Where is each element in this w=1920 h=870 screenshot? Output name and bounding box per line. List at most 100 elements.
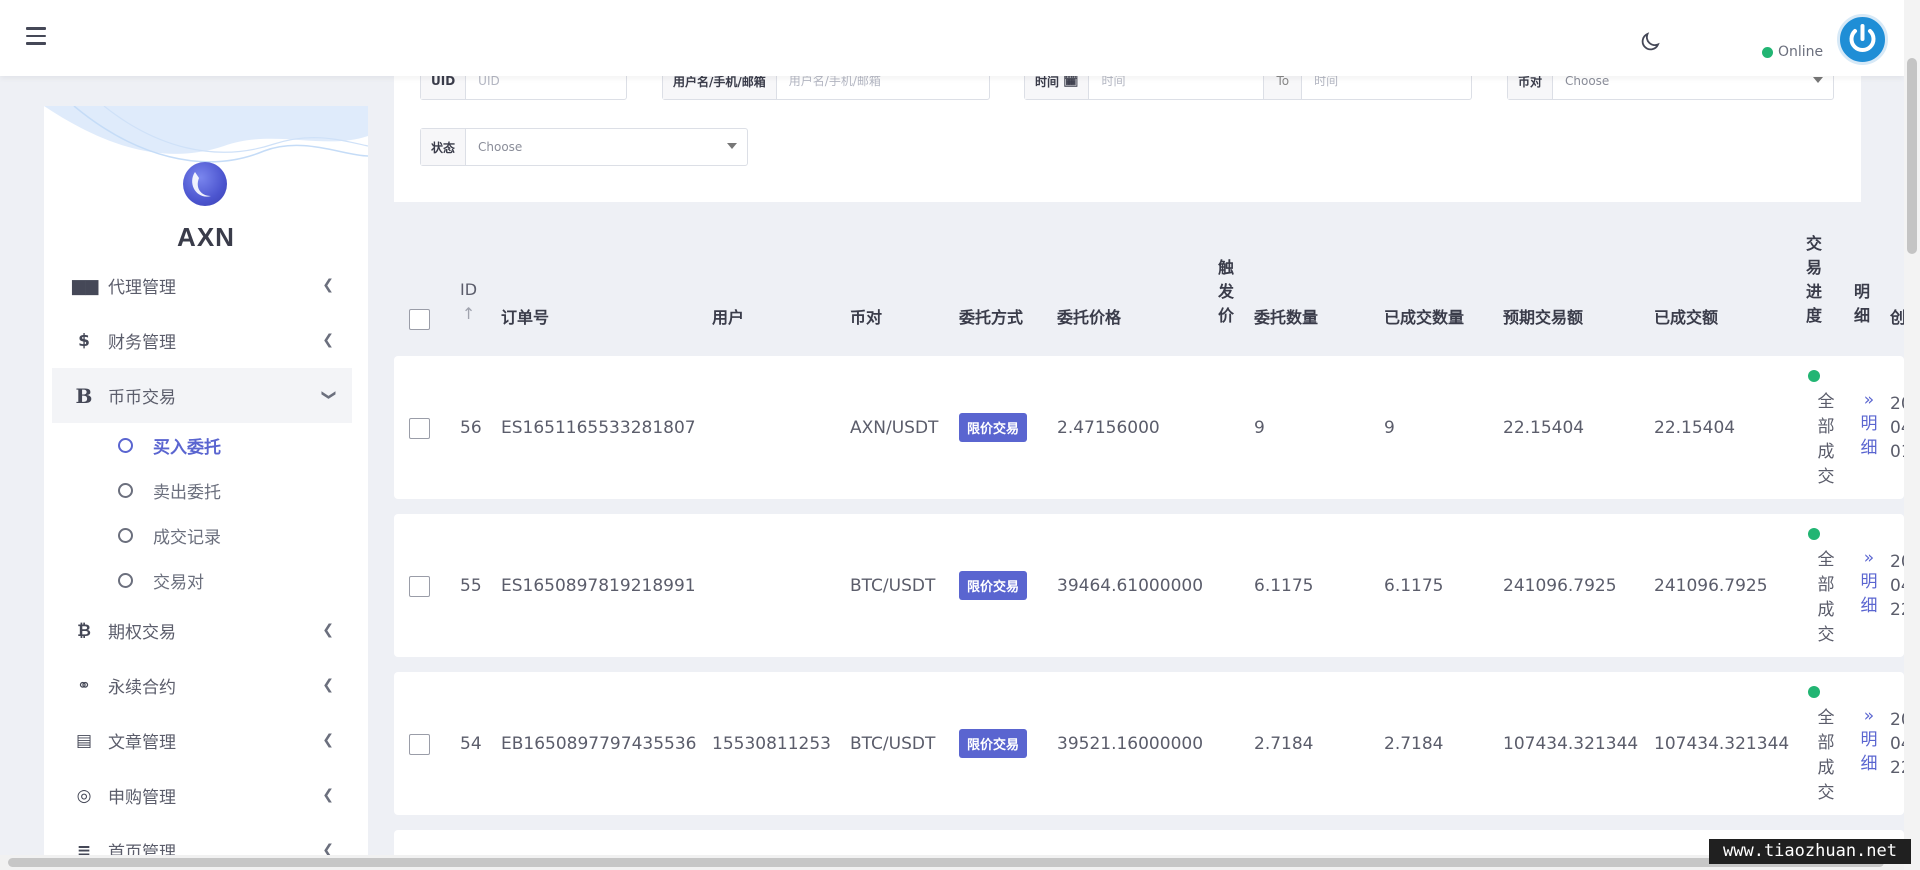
circle-icon xyxy=(118,573,133,588)
cell-price: 39521.16000000 xyxy=(1057,733,1204,754)
cell-qty: 9 xyxy=(1254,417,1265,438)
lifebuoy-icon: ◎ xyxy=(76,785,92,806)
status-dot-icon xyxy=(1808,370,1820,382)
row-checkbox[interactable] xyxy=(409,576,430,597)
vertical-scroll-thumb[interactable] xyxy=(1907,58,1917,254)
col-method: 委托方式 xyxy=(959,308,1024,327)
calendar-icon: 🗓 xyxy=(1063,74,1079,88)
select-all-checkbox[interactable] xyxy=(409,309,430,330)
cell-pair: BTC/USDT xyxy=(850,575,936,596)
cell-pair: BTC/USDT xyxy=(850,733,936,754)
sidebar-subitem-sell-orders[interactable]: 卖出委托 xyxy=(52,468,352,513)
cell-filled-amount: 241096.7925 xyxy=(1654,575,1768,596)
online-dot-icon xyxy=(1762,46,1773,58)
cell-id: 54 xyxy=(460,733,482,754)
cell-progress: 全部成交 xyxy=(1806,370,1846,490)
horizontal-scroll-thumb[interactable] xyxy=(8,858,1884,867)
sidebar-item-perpetual[interactable]: ⚭ 永续合约 ❮ xyxy=(52,658,352,713)
user-avatar[interactable] xyxy=(1837,14,1888,65)
filter-panel: UID 用户名/手机/邮箱 时间 🗓 To 币对 Choose 状态 Choos… xyxy=(394,62,1861,202)
row-checkbox[interactable] xyxy=(409,418,430,439)
sidebar-subitem-trade-records[interactable]: 成交记录 xyxy=(52,513,352,558)
vertical-scrollbar[interactable] xyxy=(1904,0,1920,870)
chevron-left-icon: ❮ xyxy=(322,732,334,748)
cell-filled-qty: 6.1175 xyxy=(1384,575,1444,596)
caret-down-icon xyxy=(1813,77,1823,83)
table-row: 56 ES1651165533281807 AXN/USDT 限价交易 2.47… xyxy=(394,356,1904,499)
col-qty: 委托数量 xyxy=(1254,308,1319,327)
circle-icon xyxy=(118,528,133,543)
cell-filled-amount: 22.15404 xyxy=(1654,417,1736,438)
menu-toggle-icon[interactable] xyxy=(26,27,46,45)
sidebar-menu: ▆▆ 代理管理 ❮ $ 财务管理 ❮ B 币币交易 ❮ 买入委托 卖出委托 成交… xyxy=(52,258,352,866)
cell-expected: 22.15404 xyxy=(1503,417,1585,438)
chevron-down-icon: ❮ xyxy=(320,389,337,401)
sidebar-item-articles[interactable]: ▤ 文章管理 ❮ xyxy=(52,713,352,768)
detail-link[interactable]: » 明细 xyxy=(1856,704,1882,776)
sidebar-item-subscription[interactable]: ◎ 申购管理 ❮ xyxy=(52,768,352,823)
col-pair: 币对 xyxy=(850,308,883,327)
cell-expected: 107434.321344 xyxy=(1503,733,1639,754)
online-status: Online xyxy=(1762,44,1823,60)
cell-method: 限价交易 xyxy=(959,356,1028,499)
state-select[interactable]: Choose xyxy=(466,129,747,165)
col-price: 委托价格 xyxy=(1057,308,1122,327)
sort-asc-icon: ↑ xyxy=(461,304,476,323)
method-badge: 限价交易 xyxy=(959,729,1028,758)
cell-method: 限价交易 xyxy=(959,672,1028,815)
cell-qty: 6.1175 xyxy=(1254,575,1314,596)
table-row: 55 ES1650897819218991 BTC/USDT 限价交易 3946… xyxy=(394,514,1904,657)
detail-link[interactable]: » 明细 xyxy=(1856,388,1882,460)
cell-id: 55 xyxy=(460,575,482,596)
top-header: Online xyxy=(0,0,1904,76)
col-user: 用户 xyxy=(712,308,745,327)
table-row: 54 EB1650897797435536 15530811253 BTC/US… xyxy=(394,672,1904,815)
col-id[interactable]: ID ↑ xyxy=(460,278,477,326)
col-progress: 交 易 进 度 xyxy=(1806,234,1823,325)
chevron-left-icon: ❮ xyxy=(322,332,334,348)
dark-mode-icon[interactable] xyxy=(1638,30,1662,54)
cell-filled-qty: 2.7184 xyxy=(1384,733,1444,754)
sidebar-subitem-trading-pairs[interactable]: 交易对 xyxy=(52,558,352,603)
col-expected-amount: 预期交易额 xyxy=(1503,308,1584,327)
status-dot-icon xyxy=(1808,686,1820,698)
row-checkbox[interactable] xyxy=(409,734,430,755)
col-detail: 明 细 xyxy=(1854,282,1871,325)
col-order-no: 订单号 xyxy=(501,308,550,327)
cell-price: 39464.61000000 xyxy=(1057,575,1204,596)
cell-progress: 全部成交 xyxy=(1806,686,1846,806)
detail-link[interactable]: » 明细 xyxy=(1856,546,1882,618)
circle-icon xyxy=(118,438,133,453)
cell-user: 15530811253 xyxy=(712,733,831,754)
spot-trading-icon: B xyxy=(75,383,93,408)
sidebar-item-options[interactable]: ₿ 期权交易 ❮ xyxy=(52,603,352,658)
cell-expected: 241096.7925 xyxy=(1503,575,1617,596)
sidebar-item-spot-trading[interactable]: B 币币交易 ❮ xyxy=(52,368,352,423)
col-filled-amount: 已成交额 xyxy=(1654,308,1719,327)
watermark: www.tiaozhuan.net xyxy=(1709,839,1911,864)
bitcoin-icon: ₿ xyxy=(77,620,91,641)
horizontal-scrollbar[interactable] xyxy=(0,855,1904,870)
col-created: 创 xyxy=(1890,308,1904,327)
col-trigger: 触 发 价 xyxy=(1218,258,1235,325)
circle-icon xyxy=(118,483,133,498)
sidebar-item-finance[interactable]: $ 财务管理 ❮ xyxy=(52,313,352,368)
cell-order-no: EB1650897797435536 xyxy=(501,733,697,754)
chevron-left-icon: ❮ xyxy=(322,277,334,293)
sidebar-item-agent[interactable]: ▆▆ 代理管理 ❮ xyxy=(52,258,352,313)
cell-price: 2.47156000 xyxy=(1057,417,1160,438)
newspaper-icon: ▤ xyxy=(75,730,93,751)
col-filled-qty: 已成交数量 xyxy=(1384,308,1465,327)
cell-filled-qty: 9 xyxy=(1384,417,1395,438)
cell-created: 200422 xyxy=(1890,710,1904,778)
cell-progress: 全部成交 xyxy=(1806,528,1846,648)
cell-order-no: ES1650897819218991 xyxy=(501,575,696,596)
sidebar-subitem-buy-orders[interactable]: 买入委托 xyxy=(52,423,352,468)
double-chevron-icon: » xyxy=(1863,706,1875,726)
agent-icon: ▆▆ xyxy=(72,275,99,296)
axn-logo-icon xyxy=(183,162,227,206)
chevron-left-icon: ❮ xyxy=(322,622,334,638)
state-filter: 状态 Choose xyxy=(420,128,748,166)
dollar-icon: $ xyxy=(78,330,90,351)
caret-down-icon xyxy=(727,143,737,149)
